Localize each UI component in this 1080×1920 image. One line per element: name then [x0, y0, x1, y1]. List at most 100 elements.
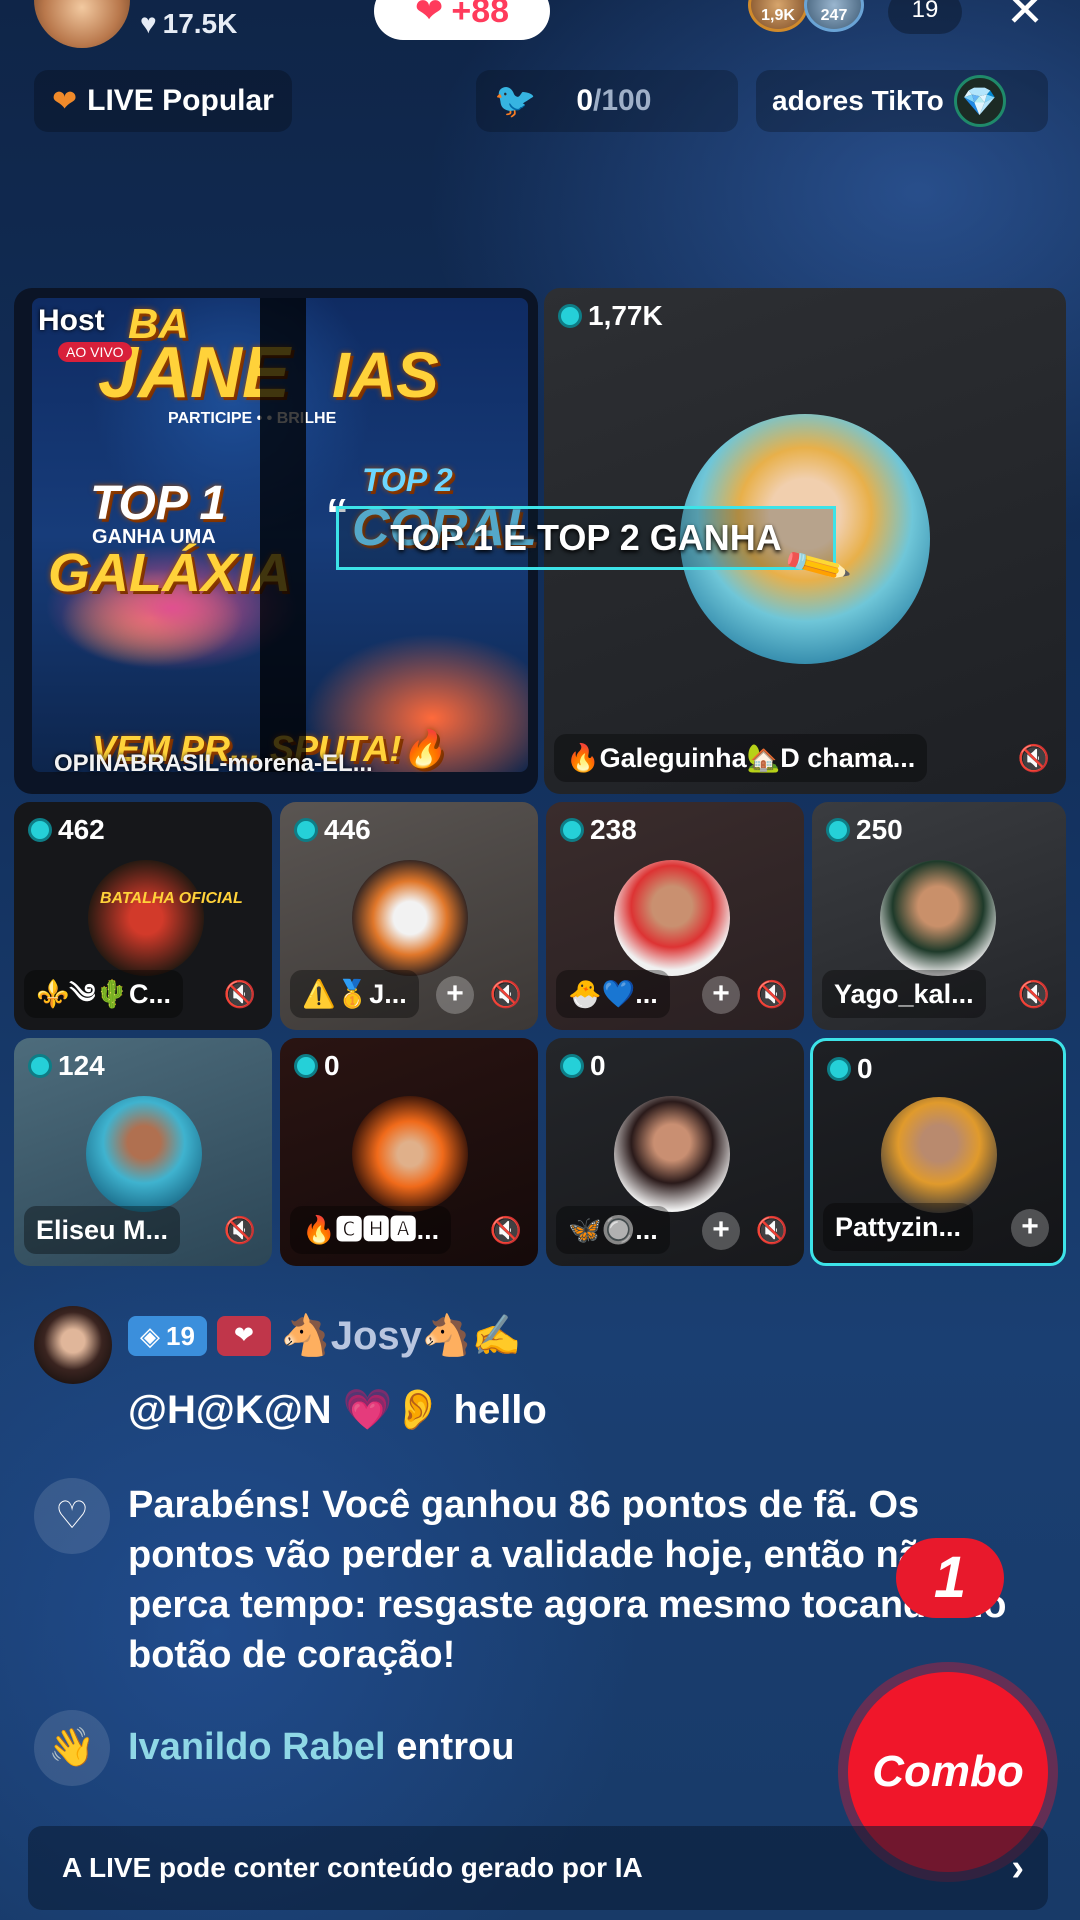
- coin-icon: [560, 1054, 584, 1078]
- guest-avatar: [352, 1096, 468, 1212]
- mic-muted-icon[interactable]: 🔇: [222, 976, 258, 1012]
- add-icon[interactable]: +: [702, 976, 740, 1014]
- level-badge: ◈ 19: [128, 1315, 207, 1356]
- bird-icon: 🐦: [494, 82, 537, 120]
- diamond-icon: ◈: [140, 1320, 160, 1351]
- chat-header: ◈ 19 ❤ 🐴Josy🐴✍️: [128, 1312, 522, 1359]
- live-popular-chip[interactable]: ❤ LIVE Popular: [34, 70, 292, 132]
- tile-score: 0: [827, 1053, 873, 1085]
- fan-points-message: Parabéns! Você ganhou 86 pontos de fã. O…: [128, 1484, 1007, 1676]
- guest-name: Eliseu M...: [24, 1206, 181, 1254]
- likes-counter: ♥ 17.5K: [140, 8, 237, 40]
- chat-message: @H@K@N 💗👂 hello: [128, 1388, 547, 1432]
- host-avatar[interactable]: [34, 0, 130, 48]
- mic-muted-icon[interactable]: 🔇: [488, 1212, 524, 1248]
- guest-name: Pattyzin...: [823, 1203, 974, 1251]
- coin-icon: [558, 304, 582, 328]
- guest-name: 🦋🔘...: [556, 1206, 670, 1254]
- mic-muted-icon[interactable]: 🔇: [222, 1212, 258, 1248]
- guest-name: 🔥🅲🅷🅰...: [290, 1206, 452, 1254]
- poster-text: PARTICIPE • • BRILHE: [168, 410, 337, 427]
- coin-icon: [28, 1054, 52, 1078]
- heart-plus-value: +88: [451, 0, 510, 30]
- guest-name: 🔥Galeguinha🏡D chama...: [554, 734, 928, 782]
- guest-avatar: [86, 1096, 202, 1212]
- heart-icon: ❤: [414, 0, 444, 30]
- guest-tile-selected[interactable]: 0 Pattyzin... +: [810, 1038, 1066, 1266]
- guest-name: ⚠️🥇J...: [290, 970, 419, 1018]
- tile-score: 0: [294, 1050, 340, 1082]
- poster-text: TOP 1: [90, 477, 227, 530]
- heart-icon: ♥: [140, 8, 157, 39]
- mic-muted-icon[interactable]: 🔇: [754, 976, 790, 1012]
- viewer-count[interactable]: 19: [888, 0, 962, 34]
- poster-text: TOP 2: [362, 462, 453, 498]
- tile-score: 124: [28, 1050, 105, 1082]
- guest-tile[interactable]: 238 🐣💙... + 🔇: [546, 802, 804, 1030]
- coin-icon: [560, 818, 584, 842]
- top-viewer-avatar[interactable]: 247: [804, 0, 864, 32]
- guest-tile[interactable]: 0 🦋🔘... + 🔇: [546, 1038, 804, 1266]
- join-action: entrou: [396, 1726, 515, 1768]
- add-icon[interactable]: +: [436, 976, 474, 1014]
- chat-user-avatar[interactable]: [34, 1306, 112, 1384]
- ai-content-notice[interactable]: A LIVE pode conter conteúdo gerado por I…: [28, 1826, 1048, 1910]
- coin-icon: [294, 1054, 318, 1078]
- tile-score: 446: [294, 814, 371, 846]
- guest-tile[interactable]: 0 🔥🅲🅷🅰... 🔇: [280, 1038, 538, 1266]
- guest-name: 🐣💙...: [556, 970, 670, 1018]
- goal-progress: 0/100: [576, 84, 652, 117]
- broken-heart-icon: ❤: [52, 84, 78, 118]
- diamond-icon: 💎: [953, 75, 1006, 127]
- tile-score: 0: [560, 1050, 606, 1082]
- ranking-text: adores TikTo: [772, 85, 944, 116]
- wave-hand-icon: 👋: [34, 1710, 110, 1786]
- mic-muted-icon[interactable]: 🔇: [488, 976, 524, 1012]
- guest-avatar: [614, 860, 730, 976]
- join-username[interactable]: Ivanildo Rabel: [128, 1726, 386, 1768]
- chevron-right-icon: ›: [1011, 1847, 1024, 1889]
- guest-tile[interactable]: 250 Yago_kal... 🔇: [812, 802, 1066, 1030]
- guest-tile[interactable]: 462 BATALHA OFICIAL ⚜️༄🌵C... 🔇: [14, 802, 272, 1030]
- tile-score: 462: [28, 814, 105, 846]
- fan-heart-button[interactable]: ❤ +88: [374, 0, 550, 40]
- guest-name: Yago_kal...: [822, 970, 986, 1018]
- coin-icon: [826, 818, 850, 842]
- chat-username[interactable]: 🐴Josy🐴✍️: [281, 1312, 522, 1359]
- coin-icon: [827, 1057, 851, 1081]
- guest-tile[interactable]: 124 Eliseu M... 🔇: [14, 1038, 272, 1266]
- tile-score: 250: [826, 814, 903, 846]
- ranking-pill[interactable]: adores TikTo 💎: [756, 70, 1048, 132]
- join-message: Ivanildo Rabel entrou: [128, 1726, 514, 1769]
- coin-icon: [28, 818, 52, 842]
- mic-muted-icon[interactable]: 🔇: [754, 1212, 790, 1248]
- guest-avatar: [880, 860, 996, 976]
- top-viewer-badge: 1,9K: [761, 7, 795, 24]
- guest-avatar: [881, 1097, 997, 1213]
- ao-vivo-badge: AO VIVO: [58, 342, 132, 362]
- live-popular-label: LIVE Popular: [87, 84, 274, 117]
- guest-avatar: [88, 860, 204, 976]
- heart-outline-icon: ♡: [34, 1478, 110, 1554]
- host-name: OPINABRASIL-morena-EL...: [54, 750, 373, 777]
- coin-icon: [294, 818, 318, 842]
- host-label: Host: [38, 304, 105, 337]
- mic-muted-icon[interactable]: 🔇: [1016, 976, 1052, 1012]
- ai-notice-text: A LIVE pode conter conteúdo gerado por I…: [62, 1852, 643, 1883]
- top-viewer-badge: 247: [820, 7, 848, 24]
- tile-score: 238: [560, 814, 637, 846]
- guest-tile[interactable]: 446 ⚠️🥇J... + 🔇: [280, 802, 538, 1030]
- guest-avatar: [614, 1096, 730, 1212]
- poster-divider: [260, 298, 306, 772]
- goal-pill[interactable]: 🐦 0/100: [476, 70, 738, 132]
- top-viewers[interactable]: 1,9K 247: [748, 0, 878, 34]
- overlay-banner: TOP 1 E TOP 2 GANHA: [336, 506, 836, 570]
- likes-value: 17.5K: [162, 8, 238, 39]
- add-icon[interactable]: +: [702, 1212, 740, 1250]
- poster-text: GALÁXIA: [48, 543, 291, 603]
- top-viewer-avatar[interactable]: 1,9K: [748, 0, 808, 32]
- mic-muted-icon[interactable]: 🔇: [1016, 740, 1052, 776]
- add-icon[interactable]: +: [1011, 1209, 1049, 1247]
- guest-name: ⚜️༄🌵C...: [24, 970, 184, 1018]
- close-icon[interactable]: ✕: [998, 0, 1052, 34]
